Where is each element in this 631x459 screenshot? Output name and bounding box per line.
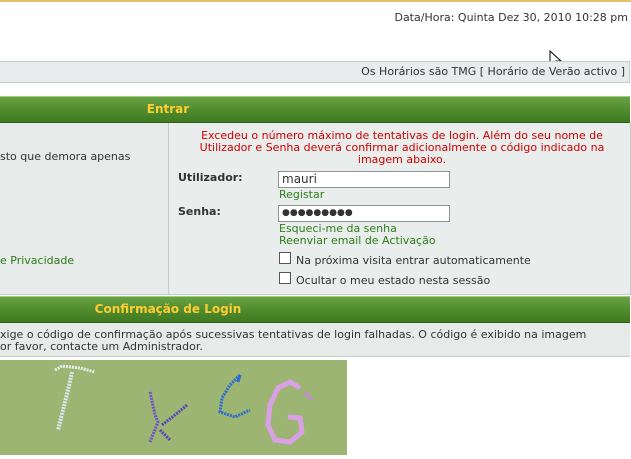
captcha-image [0,360,347,455]
confirm-info: xige o código de confirmação após sucess… [0,323,630,357]
register-info-text: sto que demora apenas [0,150,131,163]
login-info-panel: sto que demora apenas e Privacidade [0,123,169,295]
login-header: Entrar [0,96,630,123]
privacy-link[interactable]: e Privacidade [0,254,74,267]
password-label: Senha: [178,205,221,218]
username-input[interactable]: mauri [278,171,450,188]
confirm-info-line2: or favor, contacte um Administrador. [0,340,203,353]
username-label: Utilizador: [178,171,243,184]
timezone-bar: Os Horários são TMG [ Horário de Verão a… [0,61,630,83]
autologin-label: Na próxima visita entrar automaticamente [296,254,531,267]
datetime-text: Data/Hora: Quinta Dez 30, 2010 10:28 pm [394,11,628,24]
register-link[interactable]: Registar [279,188,324,201]
confirm-title: Confirmação de Login [94,302,242,316]
autologin-checkbox[interactable] [279,252,291,264]
login-title: Entrar [146,102,190,116]
hide-status-label: Ocultar o meu estado nesta sessão [296,274,491,287]
resend-activation-link[interactable]: Reenviar email de Activação [279,234,436,247]
timezone-text: Os Horários são TMG [ Horário de Verão a… [361,65,625,78]
password-input[interactable]: ●●●●●●●●● [278,205,450,222]
hide-status-checkbox[interactable] [279,272,291,284]
error-message: Excedeu o número máximo de tentativas de… [199,129,605,166]
top-border [0,0,631,2]
confirm-header: Confirmação de Login [0,296,630,323]
